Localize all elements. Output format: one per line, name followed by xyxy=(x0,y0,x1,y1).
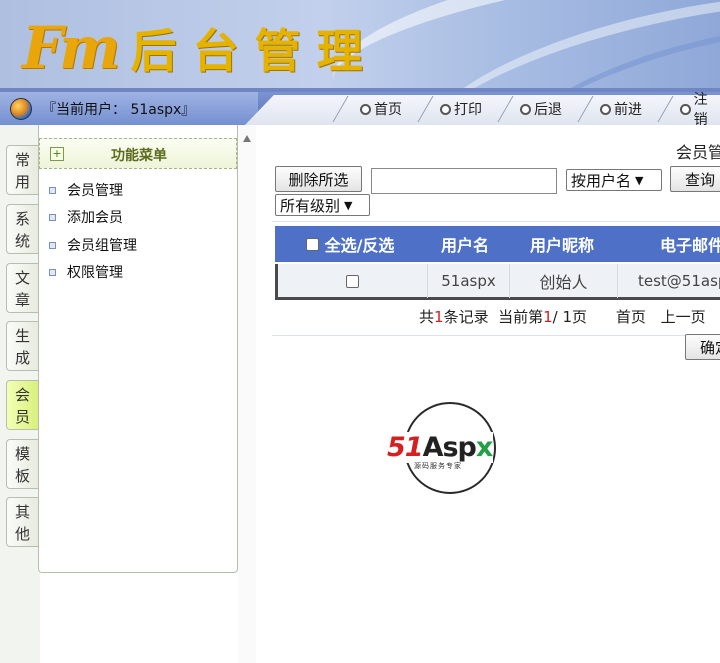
row-select-cell xyxy=(278,264,428,298)
prev-page-link[interactable]: 上一页 xyxy=(661,308,706,326)
main-content: 会员管理 删除所选 按用户名▼ 查询 所有级别▼ 全选/反选 用户名 用户昵称 … xyxy=(256,125,720,663)
brand-logo: 51Aspx 源码服务专家 xyxy=(386,400,514,496)
logo-tagline: 源码服务专家 xyxy=(414,462,462,470)
forward-button-label: 前进 xyxy=(614,102,642,118)
logo-text-dark: Asp xyxy=(422,432,477,463)
home-button-label: 首页 xyxy=(374,102,402,118)
pager-prefix: 共 xyxy=(419,308,435,326)
table-header: 全选/反选 用户名 用户昵称 电子邮件 xyxy=(275,226,720,262)
menu-item-add-member[interactable]: 添加会员 xyxy=(49,207,123,227)
menu-item-label: 权限管理 xyxy=(67,265,123,281)
bullet-icon xyxy=(49,213,56,221)
username-header: 用户名 xyxy=(440,236,489,255)
tab-label: 模 板 xyxy=(14,445,30,485)
back-button-label: 后退 xyxy=(534,102,562,118)
nickname-header: 用户昵称 xyxy=(529,236,594,255)
user-info: 『当前用户： 51aspx』 xyxy=(0,92,258,125)
logout-button-label: 注销 xyxy=(693,92,708,128)
function-menu: + 功能菜单 会员管理 添加会员 会员组管理 权限管理 xyxy=(38,125,238,573)
scrollbar[interactable] xyxy=(238,125,256,663)
globe-icon xyxy=(10,97,32,120)
search-by-value: 按用户名 xyxy=(571,171,632,190)
row-checkbox[interactable] xyxy=(346,274,359,288)
bullet-icon xyxy=(49,268,56,276)
tab-other[interactable]: 其 他 xyxy=(6,497,38,547)
print-button[interactable]: 打印 xyxy=(440,98,482,120)
app-title-text: 后台管理 xyxy=(130,24,379,78)
tab-label: 会 员 xyxy=(14,386,30,426)
menu-item-label: 添加会员 xyxy=(67,210,123,226)
home-button[interactable]: 首页 xyxy=(360,98,402,120)
select-all-label: 全选/反选 xyxy=(324,236,395,255)
page-title: 会员管理 xyxy=(676,143,720,162)
level-filter-select[interactable]: 所有级别 ▼ xyxy=(275,194,370,216)
scroll-up-icon[interactable] xyxy=(243,135,251,142)
search-input[interactable] xyxy=(371,168,557,194)
search-by-select[interactable]: 按用户名 ▼ xyxy=(566,169,662,191)
username-cell: 51aspx xyxy=(428,264,510,298)
menu-item-label: 会员组管理 xyxy=(67,238,137,254)
menu-item-member-manage[interactable]: 会员管理 xyxy=(49,180,123,200)
circle-icon xyxy=(360,103,371,115)
app-logo: Fm xyxy=(22,14,121,82)
current-user-label: 『当前用户： 51aspx』 xyxy=(42,101,196,118)
pager-suffix: / 1页 xyxy=(552,308,588,326)
tab-label: 其 他 xyxy=(14,503,30,543)
nav-bar: 『当前用户： 51aspx』 首页 打印 后退 前进 注销 xyxy=(0,92,720,128)
forward-button[interactable]: 前进 xyxy=(600,98,642,120)
circle-icon xyxy=(680,103,691,115)
tab-common[interactable]: 常 用 xyxy=(6,145,38,195)
query-button[interactable]: 查询 xyxy=(670,166,720,192)
delete-selected-button[interactable]: 删除所选 xyxy=(275,166,362,192)
record-count: 1 xyxy=(434,308,444,326)
menu-item-member-group[interactable]: 会员组管理 xyxy=(49,235,137,255)
nickname-cell: 创始人 xyxy=(510,264,618,298)
chevron-down-icon: ▼ xyxy=(344,198,353,212)
print-button-label: 打印 xyxy=(454,102,482,118)
category-tabs: 常 用 系 统 文 章 生 成 会 员 模 板 其 他 xyxy=(0,125,40,663)
logout-button[interactable]: 注销 xyxy=(680,92,720,128)
tab-label: 文 章 xyxy=(14,269,30,309)
first-page-link[interactable]: 首页 xyxy=(616,308,646,326)
nav-buttons xyxy=(245,95,720,125)
logo-text-red: 51 xyxy=(387,432,424,463)
menu-title: 功能菜单 xyxy=(111,148,167,164)
pagination: 共1条记录 当前第1/ 1页 首页 上一页 xyxy=(419,306,706,327)
current-page: 1 xyxy=(543,308,553,326)
email-header: 电子邮件 xyxy=(660,236,720,255)
tab-article[interactable]: 文 章 xyxy=(6,263,38,313)
select-all-header[interactable]: 全选/反选 xyxy=(275,226,425,262)
email-cell: test@51aspx.com xyxy=(638,272,720,290)
menu-item-label: 会员管理 xyxy=(67,183,123,199)
app-title: Fm 后台管理 xyxy=(22,8,379,88)
circle-icon xyxy=(600,103,611,115)
table-row: 51aspx 创始人 test@51aspx.com xyxy=(275,264,720,300)
tab-generate[interactable]: 生 成 xyxy=(6,321,38,371)
tab-member[interactable]: 会 员 xyxy=(6,380,38,430)
header-banner: Fm 后台管理 xyxy=(0,0,720,92)
menu-item-permissions[interactable]: 权限管理 xyxy=(49,262,123,282)
tab-system[interactable]: 系 统 xyxy=(6,204,38,254)
tab-label: 常 用 xyxy=(14,151,30,191)
tab-label: 系 统 xyxy=(14,210,30,250)
app-root: Fm 后台管理 『当前用户： 51aspx』 首页 打印 后退 前进 注销 常 … xyxy=(0,0,720,663)
back-button[interactable]: 后退 xyxy=(520,98,562,120)
circle-icon xyxy=(520,103,531,115)
pager-mid: 条记录 当前第 xyxy=(443,308,544,326)
level-filter-value: 所有级别 xyxy=(280,196,341,215)
circle-icon xyxy=(440,103,451,115)
chevron-down-icon: ▼ xyxy=(635,173,644,187)
confirm-button[interactable]: 确定 xyxy=(685,334,720,360)
select-all-checkbox[interactable] xyxy=(305,237,319,251)
menu-header[interactable]: + 功能菜单 xyxy=(39,138,237,169)
bullet-icon xyxy=(49,186,56,194)
logo-text-green: x xyxy=(475,432,493,463)
bullet-icon xyxy=(49,241,56,249)
tab-template[interactable]: 模 板 xyxy=(6,439,38,489)
tab-label: 生 成 xyxy=(14,327,30,367)
